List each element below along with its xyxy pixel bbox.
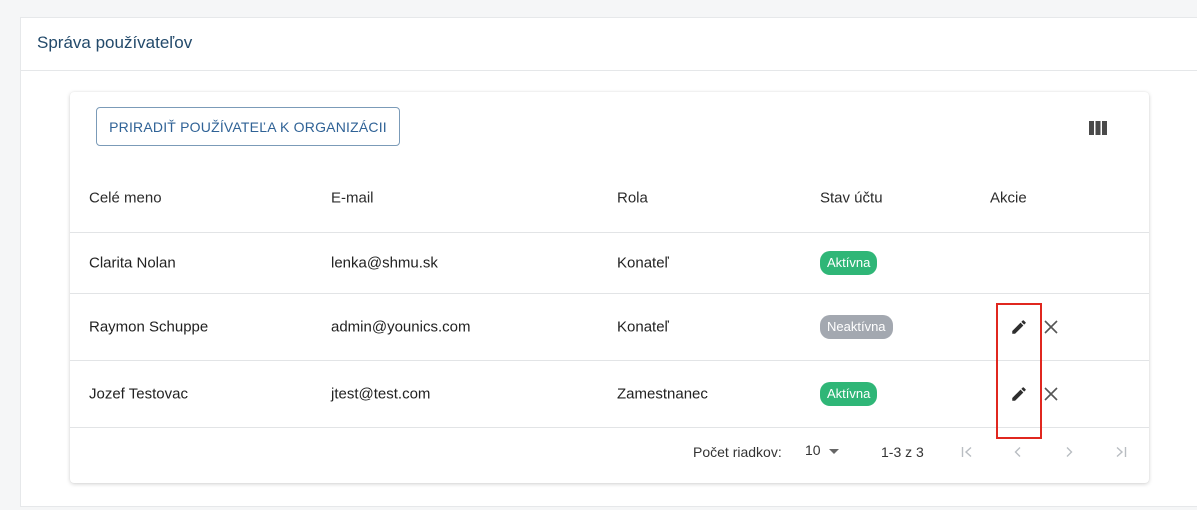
cell-email: jtest@test.com — [331, 385, 431, 403]
status-badge: Neaktívna — [820, 315, 893, 339]
rows-per-page-select[interactable]: 10 — [805, 442, 839, 458]
caret-down-icon — [828, 442, 839, 458]
cell-role: Zamestnanec — [617, 385, 708, 403]
close-icon[interactable] — [1040, 316, 1062, 338]
cell-name: Raymon Schuppe — [89, 318, 209, 336]
header-name[interactable]: Celé meno — [89, 190, 162, 207]
header-role[interactable]: Rola — [617, 190, 648, 207]
cell-role: Konateľ — [617, 254, 669, 272]
users-table: Celé meno E-mail Rola Stav účtu Akcie Cl… — [70, 164, 1149, 428]
table-row[interactable]: Jozef Testovac jtest@test.com Zamestnane… — [70, 361, 1149, 428]
cell-role: Konateľ — [617, 318, 669, 336]
edit-pencil-icon[interactable] — [1008, 383, 1030, 405]
table-header-row: Celé meno E-mail Rola Stav účtu Akcie — [70, 164, 1149, 233]
status-cell: Aktívna — [820, 251, 878, 275]
cell-name: Jozef Testovac — [89, 385, 188, 403]
first-page-icon[interactable] — [954, 439, 980, 465]
status-cell: Neaktívna — [820, 315, 893, 339]
cell-name: Clarita Nolan — [89, 254, 176, 272]
header-status[interactable]: Stav účtu — [820, 190, 883, 207]
status-badge: Aktívna — [820, 251, 878, 275]
header-actions: Akcie — [990, 189, 1027, 207]
close-icon[interactable] — [1040, 383, 1062, 405]
edit-pencil-icon[interactable] — [1008, 316, 1030, 338]
cell-email: admin@younics.com — [331, 318, 471, 336]
page-range-text: 1-3 z 3 — [881, 444, 924, 460]
status-cell: Aktívna — [820, 382, 878, 406]
rows-per-page-label: Počet riadkov: — [693, 444, 782, 460]
pagination-footer: Počet riadkov: 10 1-3 z 3 — [70, 425, 1149, 481]
cell-email: lenka@shmu.sk — [331, 254, 438, 272]
table-row[interactable]: Clarita Nolan lenka@shmu.sk Konateľ Aktí… — [70, 233, 1149, 294]
table-toolbar: PRIRADIŤ POUŽÍVATEĽA K ORGANIZÁCII — [70, 92, 1149, 164]
last-page-icon[interactable] — [1108, 439, 1134, 465]
previous-page-icon[interactable] — [1005, 439, 1031, 465]
view-column-icon[interactable] — [1088, 118, 1108, 138]
rows-per-page-value: 10 — [805, 442, 821, 458]
page-title: Správa používateľov — [37, 33, 193, 52]
panel-header: Správa používateľov — [21, 18, 1197, 71]
next-page-icon[interactable] — [1056, 439, 1082, 465]
table-row[interactable]: Raymon Schuppe admin@younics.com Konateľ… — [70, 294, 1149, 361]
header-email[interactable]: E-mail — [331, 190, 374, 207]
assign-user-button[interactable]: PRIRADIŤ POUŽÍVATEĽA K ORGANIZÁCII — [96, 107, 400, 146]
user-management-panel: Správa používateľov PRIRADIŤ POUŽÍVATEĽA… — [20, 17, 1197, 507]
status-badge: Aktívna — [820, 382, 878, 406]
users-table-card: PRIRADIŤ POUŽÍVATEĽA K ORGANIZÁCII Celé … — [70, 92, 1149, 483]
